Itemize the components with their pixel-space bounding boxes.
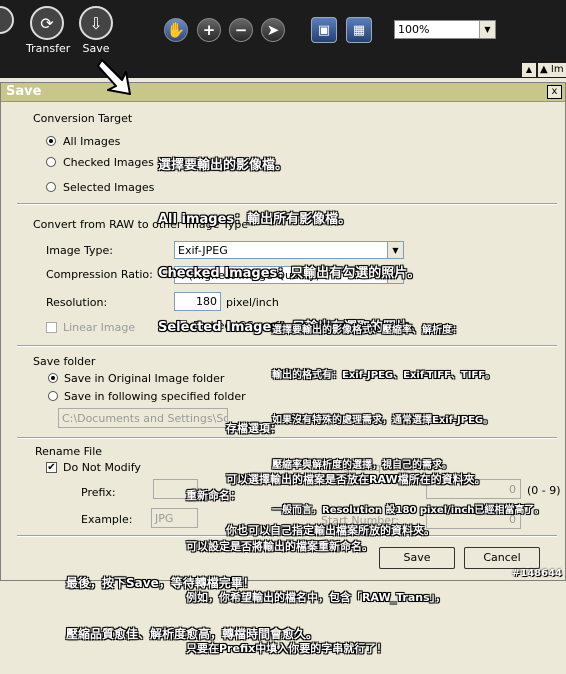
radio-selected-images[interactable]: Selected Images — [46, 181, 156, 195]
full-screen-icon[interactable]: ▦ — [346, 17, 372, 43]
zoom-out-icon[interactable]: − — [229, 18, 253, 42]
fit-window-icon[interactable]: ▣ — [311, 17, 337, 43]
example-value: JPG — [155, 512, 174, 525]
radio-specified-folder[interactable]: Save in following specified folder — [48, 390, 246, 404]
annotation-line: 存檔選項： — [226, 422, 281, 435]
toolbar: ⟳ Transfer ⇩ Save ✋ + − ➤ ▣ ▦ 100% ▼ — [0, 0, 566, 62]
linear-image-checkbox[interactable]: Linear Image — [46, 321, 146, 335]
toolbar-strip: ▲ ▲ Im — [0, 62, 566, 78]
transfer-icon: ⟳ — [30, 6, 64, 40]
zoom-in-icon[interactable]: + — [197, 18, 221, 42]
save-folder-title: Save folder — [33, 355, 96, 368]
transfer-button[interactable]: ⟳ Transfer — [26, 6, 71, 55]
radio-button[interactable] — [46, 157, 56, 167]
save-icon: ⇩ — [79, 6, 113, 40]
radio-label: Selected Images — [63, 181, 155, 194]
annotation-line: 最後，按下Save，等待轉檔完畢！ — [66, 576, 255, 590]
annotation-line: 輸出的格式有：Exif-JPEG、Exif-TIFF、TIFF。 — [272, 370, 496, 381]
radio-label: All Images — [63, 135, 121, 148]
watermark: #148644 — [511, 568, 562, 579]
close-icon[interactable]: x — [547, 85, 562, 99]
linear-image-label: Linear Image — [63, 321, 136, 334]
hand-tool-icon[interactable]: ✋ — [164, 18, 188, 42]
radio-label: Checked Images — [63, 156, 154, 169]
checkbox[interactable] — [46, 322, 57, 333]
do-not-modify-label: Do Not Modify — [63, 461, 141, 474]
annotation-line: 選擇要輸出的影像格式、壓縮率、解析度： — [272, 325, 462, 336]
left-edge-button[interactable] — [0, 6, 14, 34]
arrow-pointer-icon — [97, 59, 131, 95]
folder-path-value: C:\Documents and Settings\Sonic — [62, 412, 228, 425]
radio-label: Save in following specified folder — [64, 390, 246, 403]
annotation-line: All images：輸出所有影像檔。 — [158, 212, 352, 227]
radio-button[interactable] — [46, 182, 56, 192]
radio-button[interactable] — [46, 136, 56, 146]
chevron-down-icon[interactable]: ▼ — [479, 21, 495, 38]
example-label: Example: — [81, 513, 133, 526]
checkbox[interactable]: ✔ — [46, 462, 57, 473]
zoom-select[interactable]: 100% ▼ — [394, 20, 496, 39]
transfer-label: Transfer — [26, 42, 71, 55]
compression-ratio-label: Compression Ratio: — [46, 268, 153, 281]
radio-button[interactable] — [48, 391, 58, 401]
conversion-target-title: Conversion Target — [33, 112, 133, 125]
radio-label: Save in Original Image folder — [64, 372, 225, 385]
radio-all-images[interactable]: All Images — [46, 135, 156, 149]
pointer-icon[interactable]: ➤ — [261, 18, 285, 42]
panel-tab-label: Im — [550, 64, 564, 75]
annotation-line: Checked Images：只輸出有勾選的照片。 — [158, 266, 421, 281]
image-type-label: Image Type: — [46, 244, 113, 257]
radio-button[interactable] — [48, 373, 58, 383]
annotation-final: 最後，按下Save，等待轉檔完畢！ 壓縮品質愈佳、解析度愈高，轉檔時間會愈久。 — [66, 541, 318, 660]
annotation-line: 選擇要輸出的影像檔。 — [158, 158, 289, 173]
dialog-titlebar: Save x — [1, 83, 565, 102]
rename-file-title: Rename File — [35, 445, 103, 458]
do-not-modify-checkbox[interactable]: ✔ Do Not Modify — [46, 461, 146, 475]
scroll-up-icon[interactable]: ▲ — [522, 63, 536, 77]
radio-original-folder[interactable]: Save in Original Image folder — [48, 372, 224, 386]
dialog-title: Save — [6, 84, 42, 99]
zoom-value: 100% — [398, 23, 430, 36]
prefix-label: Prefix: — [81, 486, 116, 499]
radio-checked-images[interactable]: Checked Images — [46, 156, 156, 170]
annotation-line: 重新命名： — [186, 489, 241, 502]
panel-tab[interactable]: ▲ Im — [538, 63, 566, 77]
annotation-line: 壓縮品質愈佳、解析度愈高，轉檔時間會愈久。 — [66, 627, 319, 641]
resolution-label: Resolution: — [46, 296, 108, 309]
save-toolbar-button[interactable]: ⇩ Save — [78, 6, 114, 55]
folder-path-input[interactable]: C:\Documents and Settings\Sonic — [58, 408, 228, 428]
